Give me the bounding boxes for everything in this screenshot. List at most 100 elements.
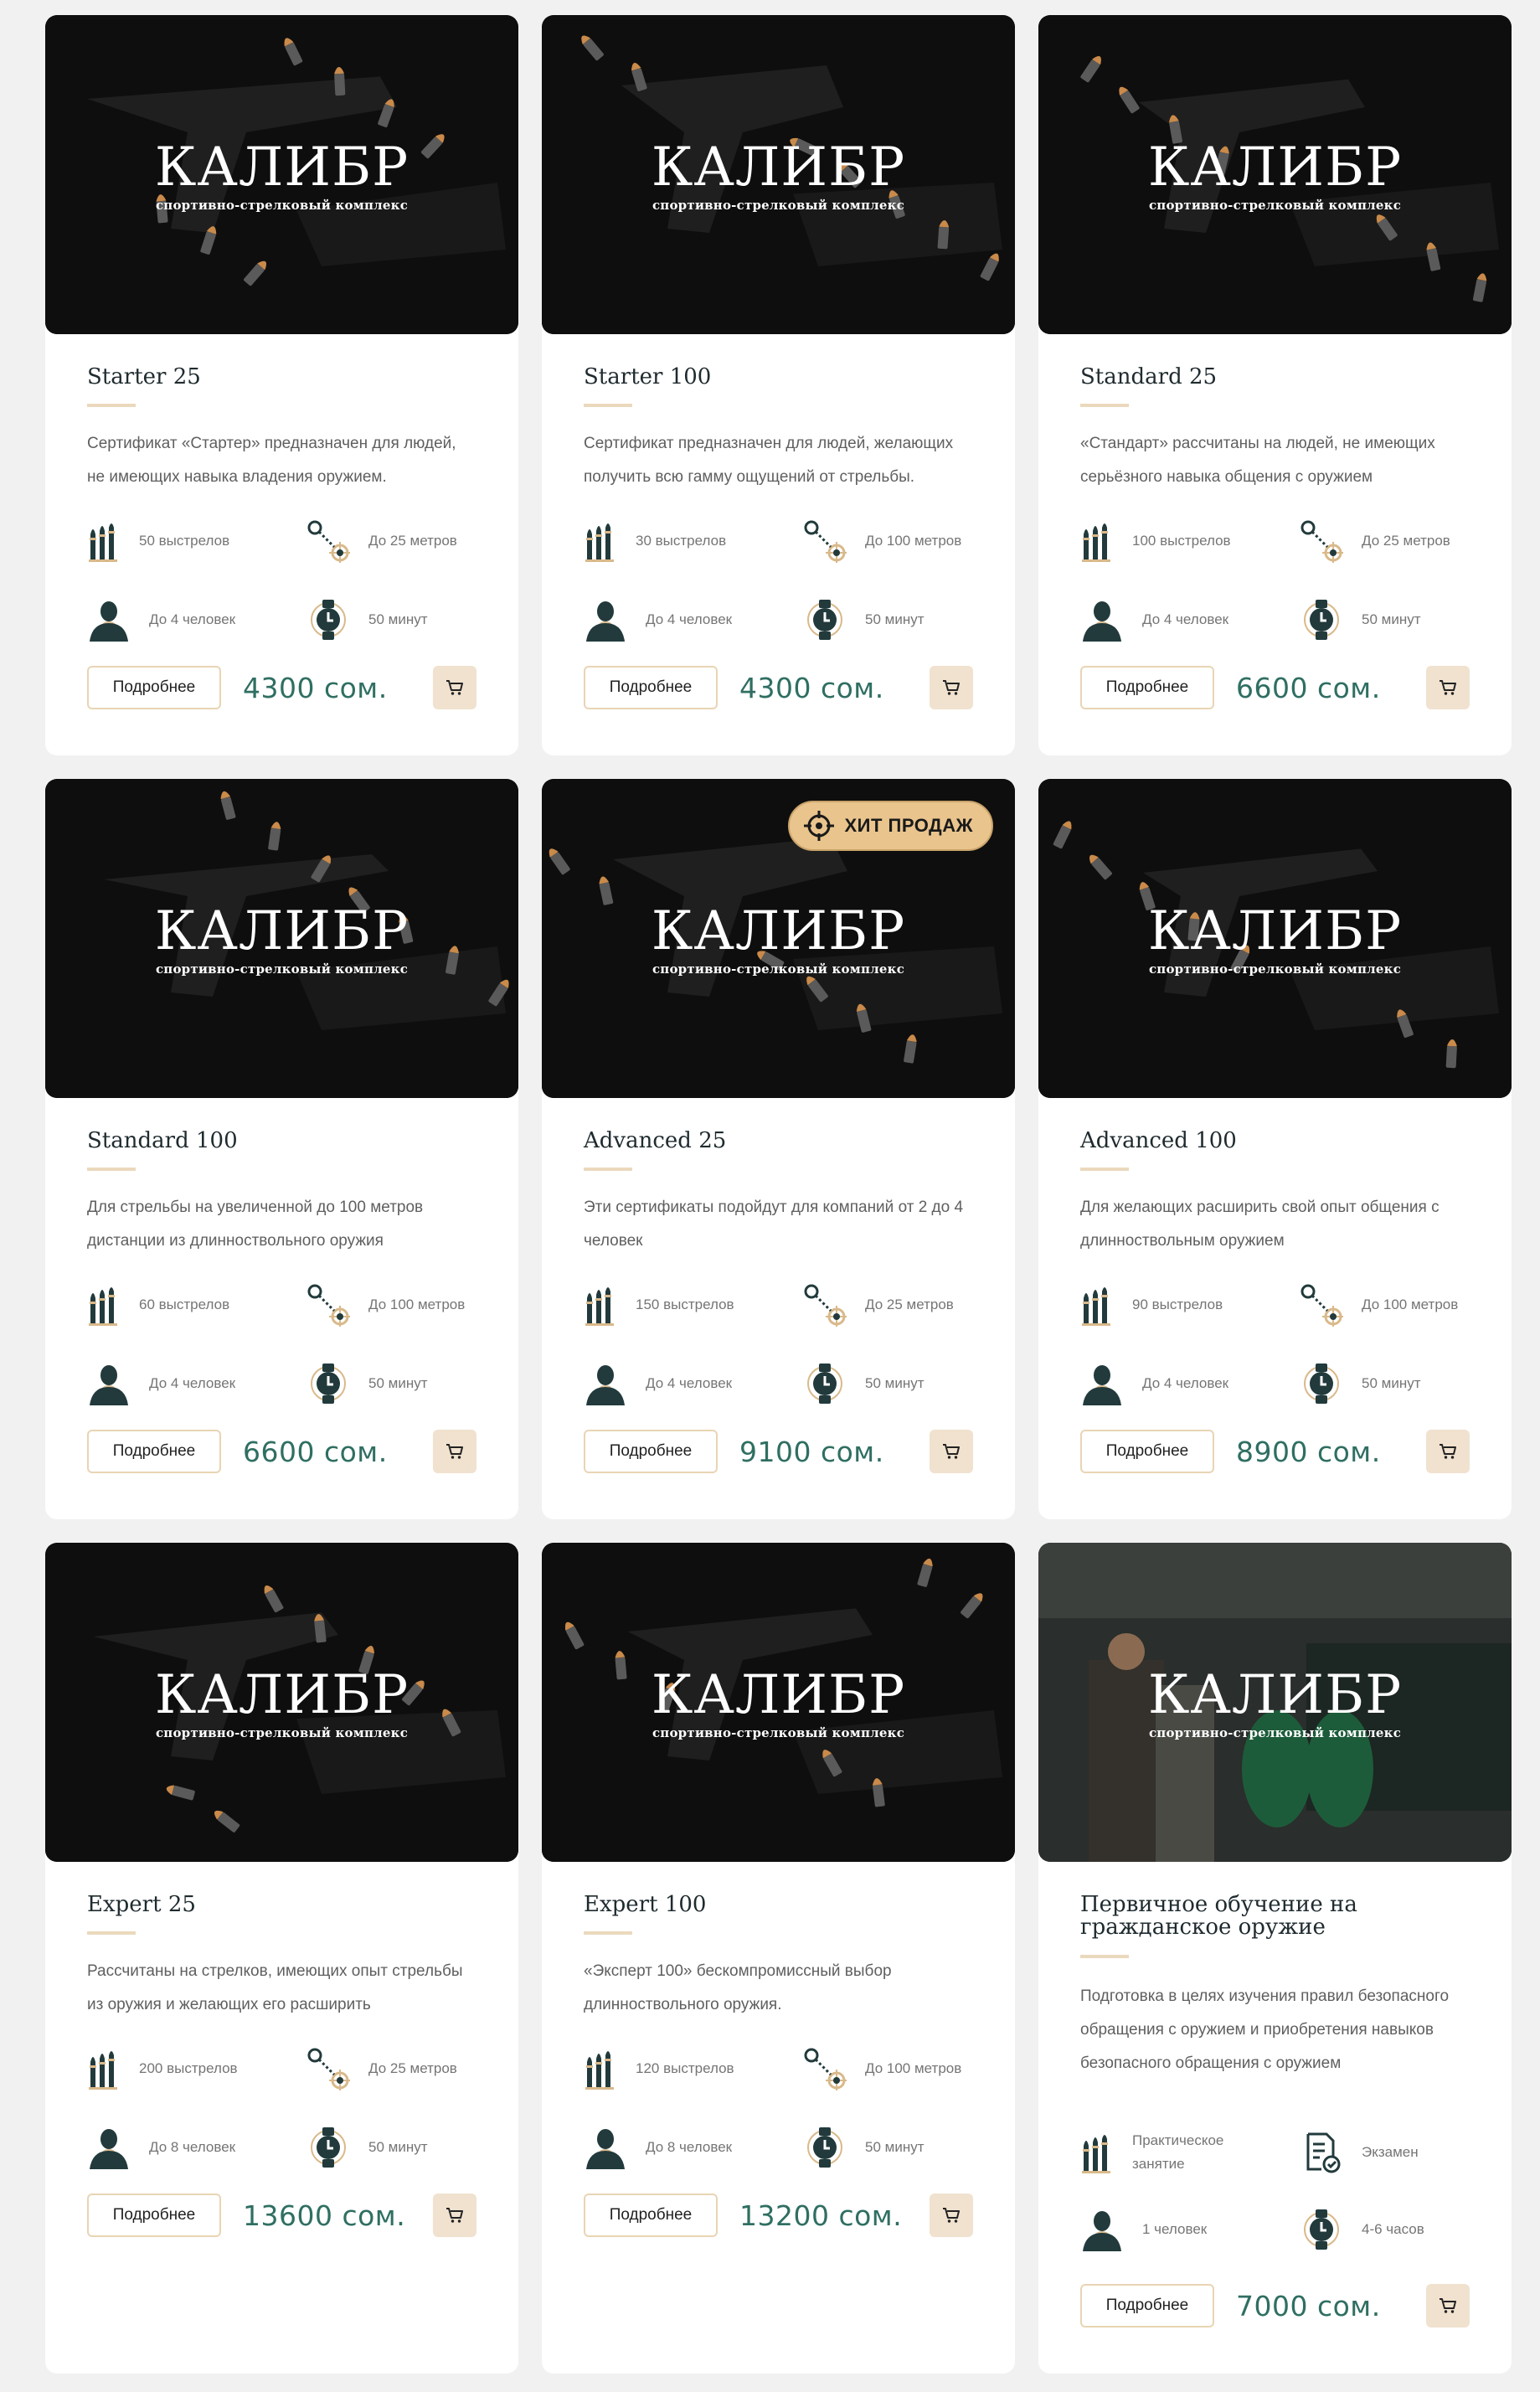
brand-logo: КАЛИБР спортивно-стрелковый комплекс [1038,1668,1512,1740]
exam-document-icon [1306,2132,1341,2173]
certificate-card: КАЛИБР спортивно-стрелковый комплекс Sta… [542,15,1015,755]
feature-shots-label: 90 выстрелов [1132,1297,1223,1313]
bestseller-badge: ХИТ ПРОДАЖ [787,801,993,851]
card-image[interactable]: КАЛИБР спортивно-стрелковый комплекс [1038,779,1512,1098]
card-footer: Подробнее 7000 сом. [1080,2284,1470,2328]
bullets-icon [585,2051,614,2090]
more-button[interactable]: Подробнее [1080,1430,1214,1473]
distance-target-icon [804,520,847,564]
more-button[interactable]: Подробнее [87,2194,221,2237]
cart-icon [446,1444,463,1459]
feature-people: До 4 человек [1080,1362,1300,1406]
feature-distance-label: Экзамен [1362,2143,1419,2160]
card-image[interactable]: КАЛИБР спортивно-стрелковый комплекс [1038,15,1512,334]
cart-icon [446,680,463,695]
more-button[interactable]: Подробнее [584,1430,718,1473]
feature-distance: До 25 метров [803,1283,987,1327]
brand-name: КАЛИБР [1147,137,1403,198]
card-price: 9100 сом. [739,1435,884,1468]
watch-icon [807,1364,842,1405]
add-to-cart-button[interactable] [1426,1430,1470,1473]
card-title: Standard 100 [87,1128,238,1153]
feature-people-label: До 4 человек [149,611,236,628]
card-image[interactable]: КАЛИБР спортивно-стрелковый комплекс [542,1543,1015,1862]
bullets-icon [89,1287,117,1327]
card-features: 120 выстрелов До 100 метров До 8 человек… [584,2047,973,2170]
card-description: Рассчитаны на стрелков, имеющих опыт стр… [87,1962,463,2014]
add-to-cart-button[interactable] [433,1430,476,1473]
feature-time: 50 минут [306,598,491,642]
title-divider [87,1168,136,1172]
add-to-cart-button[interactable] [433,2194,476,2237]
card-image[interactable]: КАЛИБР спортивно-стрелковый комплекс [45,779,518,1098]
card-body: Advanced 25 Эти сертификаты подойдут для… [542,1098,1015,1519]
brand-tagline: спортивно-стрелковый комплекс [652,1725,905,1740]
more-button[interactable]: Подробнее [584,2194,718,2237]
feature-distance-label: До 100 метров [865,533,962,549]
add-to-cart-button[interactable] [1426,666,1470,709]
brand-logo: КАЛИБР спортивно-стрелковый комплекс [1038,905,1512,977]
more-button[interactable]: Подробнее [1080,666,1214,709]
more-button[interactable]: Подробнее [87,666,221,709]
brand-tagline: спортивно-стрелковый комплекс [652,198,905,213]
feature-shots: 90 выстрелов [1080,1283,1300,1327]
feature-shots: 60 выстрелов [87,1283,306,1327]
feature-people: До 4 человек [87,1362,306,1406]
feature-shots: 30 выстрелов [584,519,803,563]
more-button[interactable]: Подробнее [584,666,718,709]
add-to-cart-button[interactable] [1426,2284,1470,2328]
card-image[interactable]: КАЛИБР спортивно-стрелковый комплекс [45,1543,518,1862]
distance-target-icon [307,520,350,564]
feature-people: До 4 человек [87,598,306,642]
card-title: Standard 25 [1080,364,1218,389]
bullets-icon [89,2051,117,2090]
feature-shots: 150 выстрелов [584,1283,803,1327]
feature-distance: До 25 метров [1300,519,1484,564]
feature-time-label: 50 минут [1362,1375,1421,1392]
feature-shots: 200 выстрелов [87,2047,306,2090]
feature-distance: До 100 метров [803,2047,987,2091]
card-price: 6600 сом. [1236,671,1381,704]
card-price: 7000 сом. [1236,2289,1381,2322]
cart-icon [943,680,960,695]
card-image[interactable]: КАЛИБР спортивно-стрелковый комплекс [1038,1543,1512,1862]
feature-time-label: 4-6 часов [1362,2220,1424,2237]
watch-icon [311,600,346,641]
more-button[interactable]: Подробнее [1080,2284,1214,2328]
distance-target-icon [804,2048,847,2091]
card-features: 60 выстрелов До 100 метров До 4 человек … [87,1283,476,1406]
certificate-card: КАЛИБР спортивно-стрелковый комплекс Sta… [45,15,518,755]
feature-distance: Экзамен [1300,2131,1484,2174]
feature-people-label: До 8 человек [646,2139,733,2156]
feature-distance-label: До 25 метров [368,533,457,549]
card-image[interactable]: КАЛИБР спортивно-стрелковый комплекс ХИТ… [542,779,1015,1098]
cart-icon [446,2208,463,2223]
more-button[interactable]: Подробнее [87,1430,221,1473]
card-image[interactable]: КАЛИБР спортивно-стрелковый комплекс [45,15,518,334]
title-divider [87,1931,136,1936]
brand-name: КАЛИБР [651,900,906,962]
add-to-cart-button[interactable] [930,1430,973,1473]
feature-distance: До 25 метров [306,519,491,564]
card-description: Подготовка в целях изучения правил безоп… [1080,1987,1450,2072]
distance-target-icon [307,1284,350,1327]
feature-people-label: До 4 человек [149,1375,236,1392]
brand-name: КАЛИБР [154,900,409,962]
feature-people: 1 человек [1080,2208,1300,2251]
watch-icon [1304,600,1339,641]
bullets-icon [1082,523,1110,563]
card-title: Expert 100 [584,1892,707,1917]
add-to-cart-button[interactable] [930,2194,973,2237]
brand-tagline: спортивно-стрелковый комплекс [1148,1725,1402,1740]
card-features: 90 выстрелов До 100 метров До 4 человек … [1080,1283,1470,1406]
brand-logo: КАЛИБР спортивно-стрелковый комплекс [45,141,518,213]
card-image[interactable]: КАЛИБР спортивно-стрелковый комплекс [542,15,1015,334]
feature-time-label: 50 минут [1362,611,1421,628]
cart-icon [1440,2298,1456,2313]
card-body: Expert 100 «Эксперт 100» бескомпромиссны… [542,1862,1015,2374]
add-to-cart-button[interactable] [930,666,973,709]
card-body: Standard 100 Для стрельбы на увеличенной… [45,1098,518,1519]
feature-time-label: 50 минут [368,2139,428,2156]
title-divider [584,1168,632,1172]
add-to-cart-button[interactable] [433,666,476,709]
